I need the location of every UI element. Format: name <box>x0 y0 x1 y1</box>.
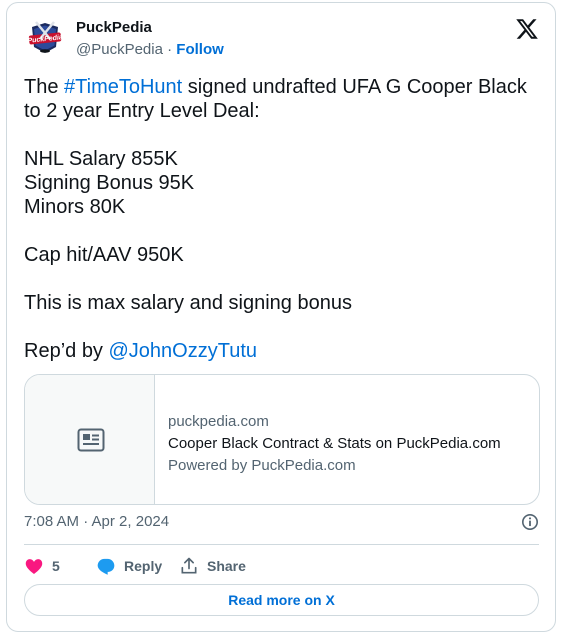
link-preview-card[interactable]: puckpedia.com Cooper Black Contract & St… <box>24 374 540 505</box>
info-icon[interactable] <box>521 513 539 531</box>
tweet-line-1-suffix: signed undrafted UFA G Cooper Black <box>182 76 527 98</box>
tweet-card: PuckPedia PuckPedia @PuckPedia · Follow … <box>6 2 556 632</box>
divider <box>24 544 539 545</box>
reported-prefix: Rep’d by <box>24 340 109 362</box>
link-thumbnail <box>25 375 155 504</box>
link-preview-text: puckpedia.com Cooper Black Contract & St… <box>168 411 501 477</box>
hashtag-link[interactable]: #TimeToHunt <box>64 76 182 98</box>
handle-separator: · <box>167 41 173 58</box>
tweet-line-1: The #TimeToHunt signed undrafted UFA G C… <box>24 75 544 99</box>
heart-icon <box>25 559 43 574</box>
article-icon <box>77 428 105 452</box>
reported-line: Rep’d by @JohnOzzyTutu <box>24 339 544 363</box>
share-label: Share <box>207 558 246 574</box>
tweet-header: PuckPedia PuckPedia @PuckPedia · Follow <box>24 15 539 59</box>
account-handle[interactable]: @PuckPedia <box>76 41 163 58</box>
mention-link[interactable]: @JohnOzzyTutu <box>109 340 258 362</box>
link-description: Powered by PuckPedia.com <box>168 457 356 474</box>
salary-line: Signing Bonus 95K <box>24 172 195 194</box>
read-more-button[interactable]: Read more on X <box>24 584 539 616</box>
account-name[interactable]: PuckPedia <box>76 19 152 36</box>
reply-label: Reply <box>124 558 163 574</box>
link-domain: puckpedia.com <box>168 413 269 430</box>
share-icon <box>181 557 197 574</box>
share-button[interactable]: Share <box>179 555 246 577</box>
link-title: Cooper Black Contract & Stats on PuckPed… <box>168 435 501 452</box>
tweet-line-2: to 2 year Entry Level Deal: <box>24 100 260 122</box>
like-count: 5 <box>52 558 60 574</box>
reply-bubble-icon <box>97 558 115 575</box>
note-line: This is max salary and signing bonus <box>24 292 352 314</box>
x-logo-icon[interactable] <box>515 17 539 41</box>
salary-line: Minors 80K <box>24 196 126 218</box>
puckpedia-logo: PuckPedia <box>24 17 66 59</box>
follow-button[interactable]: Follow <box>176 41 224 58</box>
handle-row: @PuckPedia · Follow <box>76 41 224 58</box>
tweet-line-1-prefix: The <box>24 76 65 98</box>
cap-hit-line: Cap hit/AAV 950K <box>24 244 184 266</box>
tweet-timestamp[interactable]: 7:08 AM · Apr 2, 2024 <box>24 513 169 530</box>
avatar[interactable]: PuckPedia <box>24 17 66 59</box>
like-button[interactable]: 5 <box>24 555 60 577</box>
salary-line: NHL Salary 855K <box>24 148 178 170</box>
tweet-text: The #TimeToHunt signed undrafted UFA G C… <box>24 75 544 363</box>
reply-button[interactable]: Reply <box>96 555 162 577</box>
